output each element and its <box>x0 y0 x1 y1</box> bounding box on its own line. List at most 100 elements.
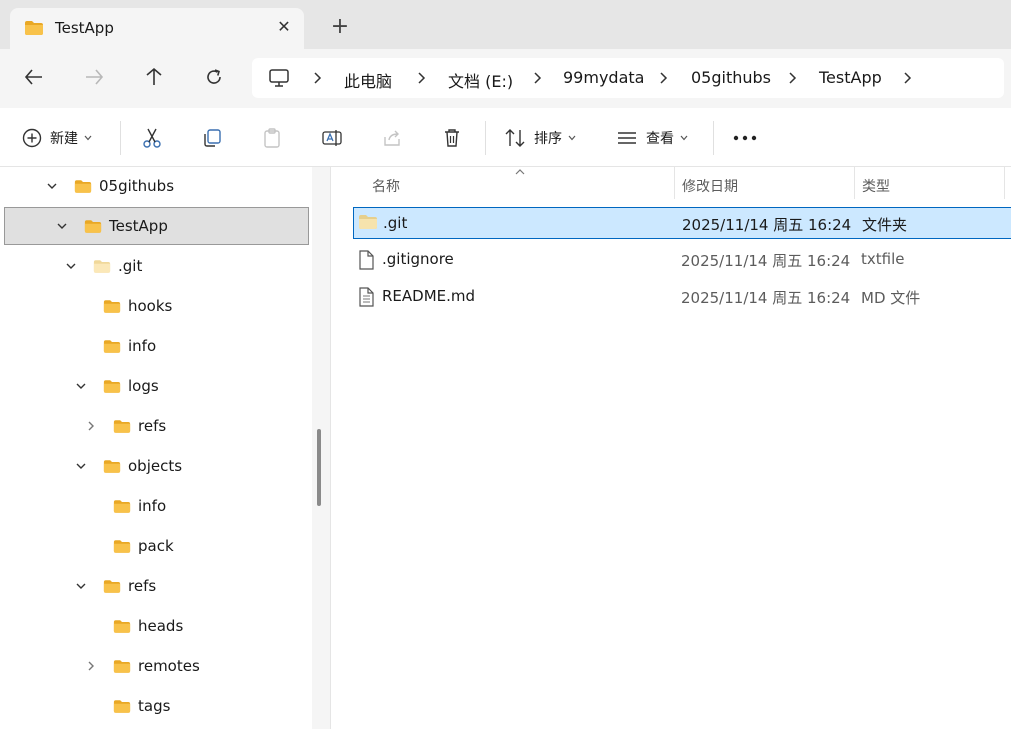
chevron-down-icon[interactable] <box>46 180 58 192</box>
rename-button[interactable] <box>321 123 343 153</box>
chevron-right-icon <box>660 72 668 84</box>
tree-item-hooks[interactable]: hooks <box>4 288 309 326</box>
folder-icon <box>113 500 131 513</box>
folder-icon <box>25 21 43 35</box>
breadcrumb-99mydata[interactable]: 99mydata <box>563 68 644 87</box>
chevron-down-icon[interactable] <box>65 260 77 272</box>
tree-item-pack[interactable]: pack <box>4 528 309 566</box>
chevron-down-icon[interactable] <box>56 220 68 232</box>
tree-item-label: TestApp <box>109 217 168 235</box>
refresh-button[interactable] <box>200 63 228 91</box>
tree-item-label: refs <box>138 417 167 435</box>
tree-item-tags[interactable]: tags <box>4 688 309 726</box>
tree-item-label: objects <box>128 457 183 475</box>
folder-icon <box>103 460 121 473</box>
breadcrumb-testapp[interactable]: TestApp <box>819 68 882 87</box>
tree-item-objects-info[interactable]: info <box>4 488 309 526</box>
breadcrumb-this-pc[interactable]: 此电脑 <box>344 68 392 92</box>
tree-item-label: pack <box>138 537 174 555</box>
tree-item-testapp[interactable]: TestApp <box>4 207 309 245</box>
column-header-label: 类型 <box>862 179 890 195</box>
tree-item-remotes[interactable]: remotes <box>4 648 309 686</box>
file-row-gitignore[interactable]: .gitignore 2025/11/14 周五 16:24 txtfile <box>353 244 1011 276</box>
chevron-down-icon[interactable] <box>75 460 87 472</box>
forward-button[interactable] <box>80 63 108 91</box>
address-bar[interactable]: 此电脑 文档 (E:) 99mydata 05githubs TestApp <box>252 58 1004 98</box>
column-header-name[interactable]: 名称 <box>331 167 675 203</box>
folder-icon <box>84 220 102 233</box>
chevron-right-icon <box>314 72 322 84</box>
file-name: README.md <box>382 287 476 305</box>
tree-item-objects[interactable]: objects <box>4 448 309 486</box>
up-button[interactable] <box>140 63 168 91</box>
new-tab-icon[interactable]: + <box>328 16 352 40</box>
folder-icon <box>103 380 121 393</box>
view-label: 查看 <box>646 131 674 147</box>
breadcrumb-05githubs[interactable]: 05githubs <box>691 68 771 87</box>
copy-button[interactable] <box>201 123 223 153</box>
delete-button[interactable] <box>441 123 463 153</box>
tree-item-heads[interactable]: heads <box>4 608 309 646</box>
cut-button[interactable] <box>141 123 163 153</box>
close-tab-icon[interactable]: ✕ <box>274 17 294 37</box>
sort-label: 排序 <box>534 131 562 147</box>
tab-strip: TestApp ✕ + <box>0 0 1011 49</box>
scrollbar-thumb[interactable] <box>317 429 321 506</box>
breadcrumb-drive-e[interactable]: 文档 (E:) <box>448 68 513 92</box>
tree-item-05githubs[interactable]: 05githubs <box>4 168 309 206</box>
more-options-button[interactable] <box>733 123 757 153</box>
plus-circle-icon <box>22 128 42 148</box>
file-row-git[interactable]: .git 2025/11/14 周五 16:24 文件夹 <box>353 207 1011 239</box>
column-header-type[interactable]: 类型 <box>855 167 1005 203</box>
file-list: 名称 修改日期 类型 .git 2025/11/14 周五 16:24 文件夹 … <box>331 167 1011 729</box>
new-button[interactable]: 新建 <box>22 123 92 153</box>
tree-item-label: remotes <box>138 657 200 675</box>
chevron-right-icon[interactable] <box>85 420 97 432</box>
share-button[interactable] <box>381 123 403 153</box>
tree-item-git[interactable]: .git <box>4 248 309 286</box>
view-button[interactable]: 查看 <box>616 123 688 153</box>
tab-testapp[interactable]: TestApp ✕ <box>10 8 304 49</box>
folder-icon <box>113 420 131 433</box>
tree-item-label: 05githubs <box>99 177 175 195</box>
scissors-icon <box>143 128 161 148</box>
tree-item-label: refs <box>128 577 157 595</box>
file-type: txtfile <box>861 250 905 268</box>
navigation-scrollbar[interactable] <box>312 167 330 729</box>
sort-button[interactable]: 排序 <box>504 123 576 153</box>
file-row-readme[interactable]: README.md 2025/11/14 周五 16:24 MD 文件 <box>353 281 1011 313</box>
tree-item-label: tags <box>138 697 171 715</box>
tree-item-label: logs <box>128 377 159 395</box>
chevron-down-icon[interactable] <box>75 580 87 592</box>
chevron-down-icon[interactable] <box>75 380 87 392</box>
text-file-icon <box>359 287 374 307</box>
folder-icon <box>74 180 92 193</box>
column-header-label: 名称 <box>372 179 400 195</box>
file-date: 2025/11/14 周五 16:24 <box>681 289 851 307</box>
paste-icon <box>264 128 280 148</box>
more-icon <box>733 135 757 141</box>
tree-item-info[interactable]: info <box>4 328 309 366</box>
arrow-up-icon <box>146 67 162 85</box>
tree-item-label: heads <box>138 617 184 635</box>
arrow-left-icon <box>24 69 42 85</box>
toolbar-divider <box>713 121 714 155</box>
column-header-date[interactable]: 修改日期 <box>675 167 855 203</box>
chevron-right-icon <box>789 72 797 84</box>
chevron-right-icon <box>418 72 426 84</box>
view-list-icon <box>618 132 636 144</box>
tree-item-refs[interactable]: refs <box>4 568 309 606</box>
folder-icon <box>113 700 131 713</box>
tree-item-logs-refs[interactable]: refs <box>4 408 309 446</box>
chevron-right-icon[interactable] <box>85 660 97 672</box>
folder-icon <box>113 540 131 553</box>
chevron-right-icon[interactable] <box>902 71 912 85</box>
tree-item-logs[interactable]: logs <box>4 368 309 406</box>
navigation-pane: 05githubs TestApp .git hooks info logs r… <box>0 167 312 729</box>
folder-icon <box>103 580 121 593</box>
paste-button[interactable] <box>261 123 283 153</box>
column-divider[interactable] <box>1004 167 1005 199</box>
back-button[interactable] <box>20 63 48 91</box>
chevron-right-icon <box>534 72 542 84</box>
file-name: .gitignore <box>382 250 454 268</box>
